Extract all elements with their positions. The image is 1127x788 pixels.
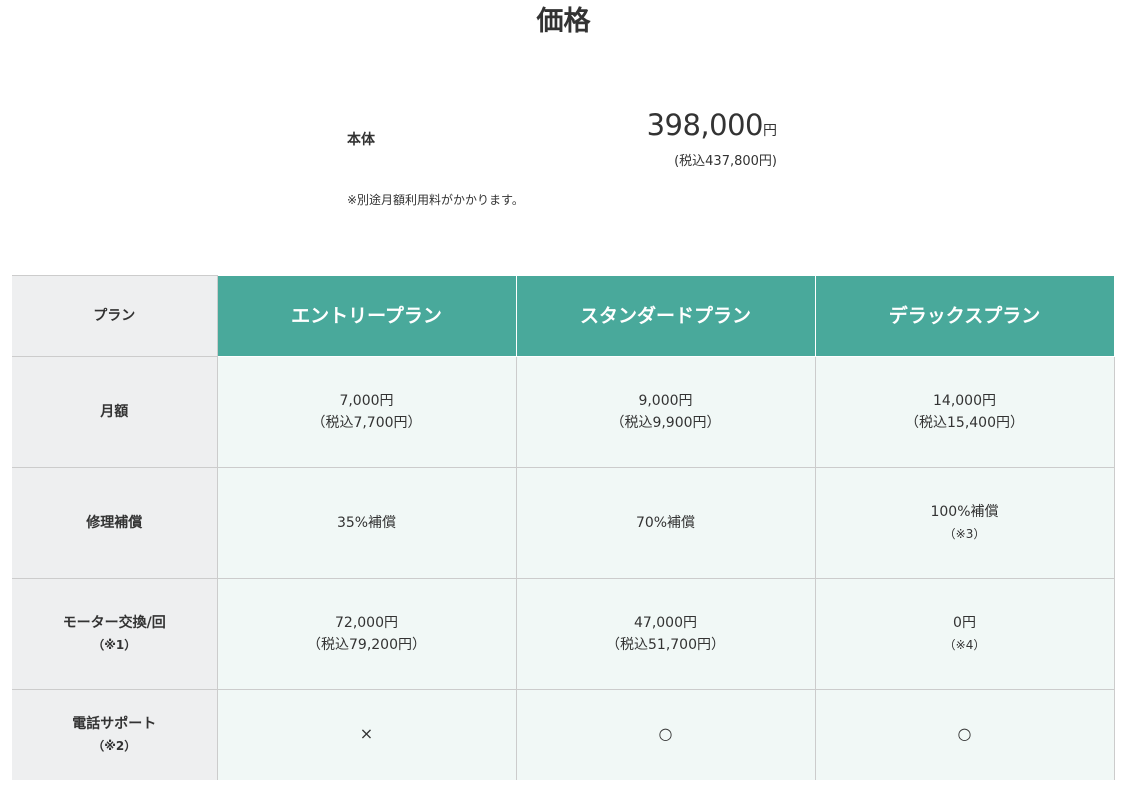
row-label-text: 電話サポート <box>72 715 157 732</box>
circle-mark: ○ <box>957 724 972 744</box>
cell-line1: 0円 <box>953 615 976 631</box>
cell-line2: （税込15,400円） <box>905 415 1024 431</box>
cell-note: （※4） <box>943 638 986 652</box>
row-label-repair-coverage: 修理補償 <box>12 467 218 579</box>
cell-line2: （税込7,700円） <box>311 415 422 431</box>
plan-header-entry: エントリープラン <box>216 275 517 357</box>
circle-mark: ○ <box>658 724 673 744</box>
price-block: 本体 398,000円 (税込437,800円) ※別途月額利用料がかかります。 <box>347 108 787 218</box>
cell-line1: 14,000円 <box>933 393 996 409</box>
table-cell: 35%補償 <box>216 467 517 579</box>
row-label-monthly-fee: 月額 <box>12 356 218 468</box>
cell-line1: 9,000円 <box>638 393 693 409</box>
cell-line1: 47,000円 <box>634 615 697 631</box>
table-cell: × <box>216 689 517 780</box>
row-label-text: 修理補償 <box>86 515 143 531</box>
table-cell: 9,000円 （税込9,900円） <box>515 356 816 468</box>
body-price-unit: 円 <box>763 123 777 139</box>
cell-line2: （税込9,900円） <box>610 415 721 431</box>
cell-line1: 72,000円 <box>335 615 398 631</box>
plan-header-standard: スタンダードプラン <box>515 275 816 357</box>
row-label-note: （※1） <box>92 638 137 652</box>
monthly-fee-note: ※別途月額利用料がかかります。 <box>347 193 524 207</box>
row-label-note: （※2） <box>92 738 137 753</box>
table-row: モーター交換/回 （※1） 72,000円 （税込79,200円） 47,000… <box>12 578 1115 690</box>
body-price: 398,000円 <box>647 108 777 142</box>
plan-comparison-table: プラン エントリープラン スタンダードプラン デラックスプラン 月額 7,000… <box>12 275 1115 780</box>
cell-line2: （税込79,200円） <box>307 637 426 653</box>
plan-header-deluxe: デラックスプラン <box>814 275 1115 357</box>
table-cell: 7,000円 （税込7,700円） <box>216 356 517 468</box>
table-row: 月額 7,000円 （税込7,700円） 9,000円 （税込9,900円） 1… <box>12 356 1115 468</box>
body-price-label: 本体 <box>347 132 375 148</box>
table-cell: 70%補償 <box>515 467 816 579</box>
body-price-tax-included: (税込437,800円) <box>674 154 777 169</box>
plan-header-row: プラン エントリープラン スタンダードプラン デラックスプラン <box>12 275 1115 357</box>
table-cell: ○ <box>515 689 816 780</box>
cell-line1: 100%補償 <box>930 504 999 520</box>
cell-note: （※3） <box>943 527 986 541</box>
table-row: 修理補償 35%補償 70%補償 100%補償 （※3） <box>12 467 1115 579</box>
page-title: 価格 <box>536 6 591 37</box>
cell-line2: （税込51,700円） <box>606 637 725 653</box>
row-label-text: モーター交換/回 <box>62 615 166 631</box>
plan-corner-label: プラン <box>12 275 218 357</box>
row-label-motor-replacement: モーター交換/回 （※1） <box>12 578 218 690</box>
table-cell: 47,000円 （税込51,700円） <box>515 578 816 690</box>
table-cell: ○ <box>814 689 1115 780</box>
cross-mark: × <box>359 724 374 744</box>
row-label-text: 月額 <box>100 404 129 420</box>
cell-line1: 35%補償 <box>336 515 397 531</box>
cell-line1: 70%補償 <box>635 515 696 531</box>
table-row: 電話サポート （※2） × ○ ○ <box>12 689 1115 780</box>
row-label-phone-support: 電話サポート （※2） <box>12 689 218 780</box>
table-cell: 72,000円 （税込79,200円） <box>216 578 517 690</box>
table-cell: 0円 （※4） <box>814 578 1115 690</box>
table-cell: 14,000円 （税込15,400円） <box>814 356 1115 468</box>
body-price-value: 398,000 <box>646 108 764 142</box>
table-cell: 100%補償 （※3） <box>814 467 1115 579</box>
cell-line1: 7,000円 <box>339 393 394 409</box>
